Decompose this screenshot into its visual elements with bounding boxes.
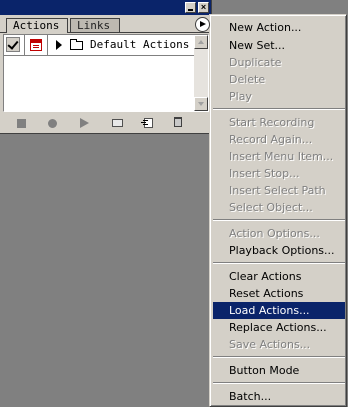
menu-item-reset-actions[interactable]: Reset Actions bbox=[213, 285, 345, 302]
palette-bottom-toolbar bbox=[0, 113, 211, 133]
menu-item-replace-actions[interactable]: Replace Actions... bbox=[213, 319, 345, 336]
menu-item-save-actions[interactable]: Save Actions... bbox=[213, 336, 345, 353]
menu-item-load-actions[interactable]: Load Actions... bbox=[213, 302, 345, 319]
trash-icon[interactable] bbox=[174, 117, 182, 127]
action-set-row[interactable]: Default Actions bbox=[4, 35, 194, 56]
record-icon[interactable] bbox=[48, 119, 57, 128]
menu-item-insert-menu-item[interactable]: Insert Menu Item... bbox=[213, 148, 345, 165]
menu-separator bbox=[213, 262, 345, 264]
menu-item-clear-actions[interactable]: Clear Actions bbox=[213, 268, 345, 285]
action-set-label: Default Actions bbox=[90, 38, 190, 51]
menu-item-duplicate[interactable]: Duplicate bbox=[213, 54, 345, 71]
toggle-item-checkbox[interactable] bbox=[6, 37, 20, 52]
close-icon[interactable]: × bbox=[198, 2, 209, 13]
expand-triangle-icon[interactable] bbox=[56, 40, 62, 50]
menu-separator bbox=[213, 108, 345, 110]
menu-item-action-options[interactable]: Action Options... bbox=[213, 225, 345, 242]
menu-item-new-action[interactable]: New Action... bbox=[213, 19, 345, 36]
tab-actions[interactable]: Actions bbox=[6, 18, 68, 33]
column-divider bbox=[47, 35, 48, 55]
menu-separator bbox=[213, 356, 345, 358]
scroll-down-icon[interactable] bbox=[194, 97, 208, 111]
new-action-icon[interactable] bbox=[141, 118, 153, 128]
menu-separator bbox=[213, 219, 345, 221]
tab-links[interactable]: Links bbox=[70, 18, 120, 33]
palette-menu-arrow-icon[interactable] bbox=[195, 17, 210, 32]
menu-item-play[interactable]: Play bbox=[213, 88, 345, 105]
minimize-icon[interactable] bbox=[185, 2, 196, 13]
actions-list: Default Actions bbox=[3, 34, 209, 112]
scroll-up-icon[interactable] bbox=[194, 35, 208, 49]
menu-item-batch[interactable]: Batch... bbox=[213, 388, 345, 405]
actions-palette: × Actions Links Default Actions bbox=[0, 0, 212, 134]
menu-item-insert-select-path[interactable]: Insert Select Path bbox=[213, 182, 345, 199]
new-set-folder-icon[interactable] bbox=[112, 119, 123, 127]
menu-item-insert-stop[interactable]: Insert Stop... bbox=[213, 165, 345, 182]
menu-item-new-set[interactable]: New Set... bbox=[213, 37, 345, 54]
menu-item-record-again[interactable]: Record Again... bbox=[213, 131, 345, 148]
menu-item-playback-options[interactable]: Playback Options... bbox=[213, 242, 345, 259]
menu-item-button-mode[interactable]: Button Mode bbox=[213, 362, 345, 379]
folder-icon bbox=[70, 39, 83, 50]
menu-separator bbox=[213, 382, 345, 384]
stop-icon[interactable] bbox=[17, 119, 26, 128]
play-icon[interactable] bbox=[80, 118, 89, 128]
palette-titlebar[interactable]: × bbox=[0, 0, 211, 15]
menu-item-start-recording[interactable]: Start Recording bbox=[213, 114, 345, 131]
palette-dropdown-menu: New Action... New Set... Duplicate Delet… bbox=[209, 14, 347, 407]
menu-item-select-object[interactable]: Select Object... bbox=[213, 199, 345, 216]
vertical-scrollbar[interactable] bbox=[194, 35, 208, 111]
dialog-toggle-icon[interactable] bbox=[30, 39, 42, 51]
menu-item-delete[interactable]: Delete bbox=[213, 71, 345, 88]
column-divider bbox=[24, 35, 25, 55]
